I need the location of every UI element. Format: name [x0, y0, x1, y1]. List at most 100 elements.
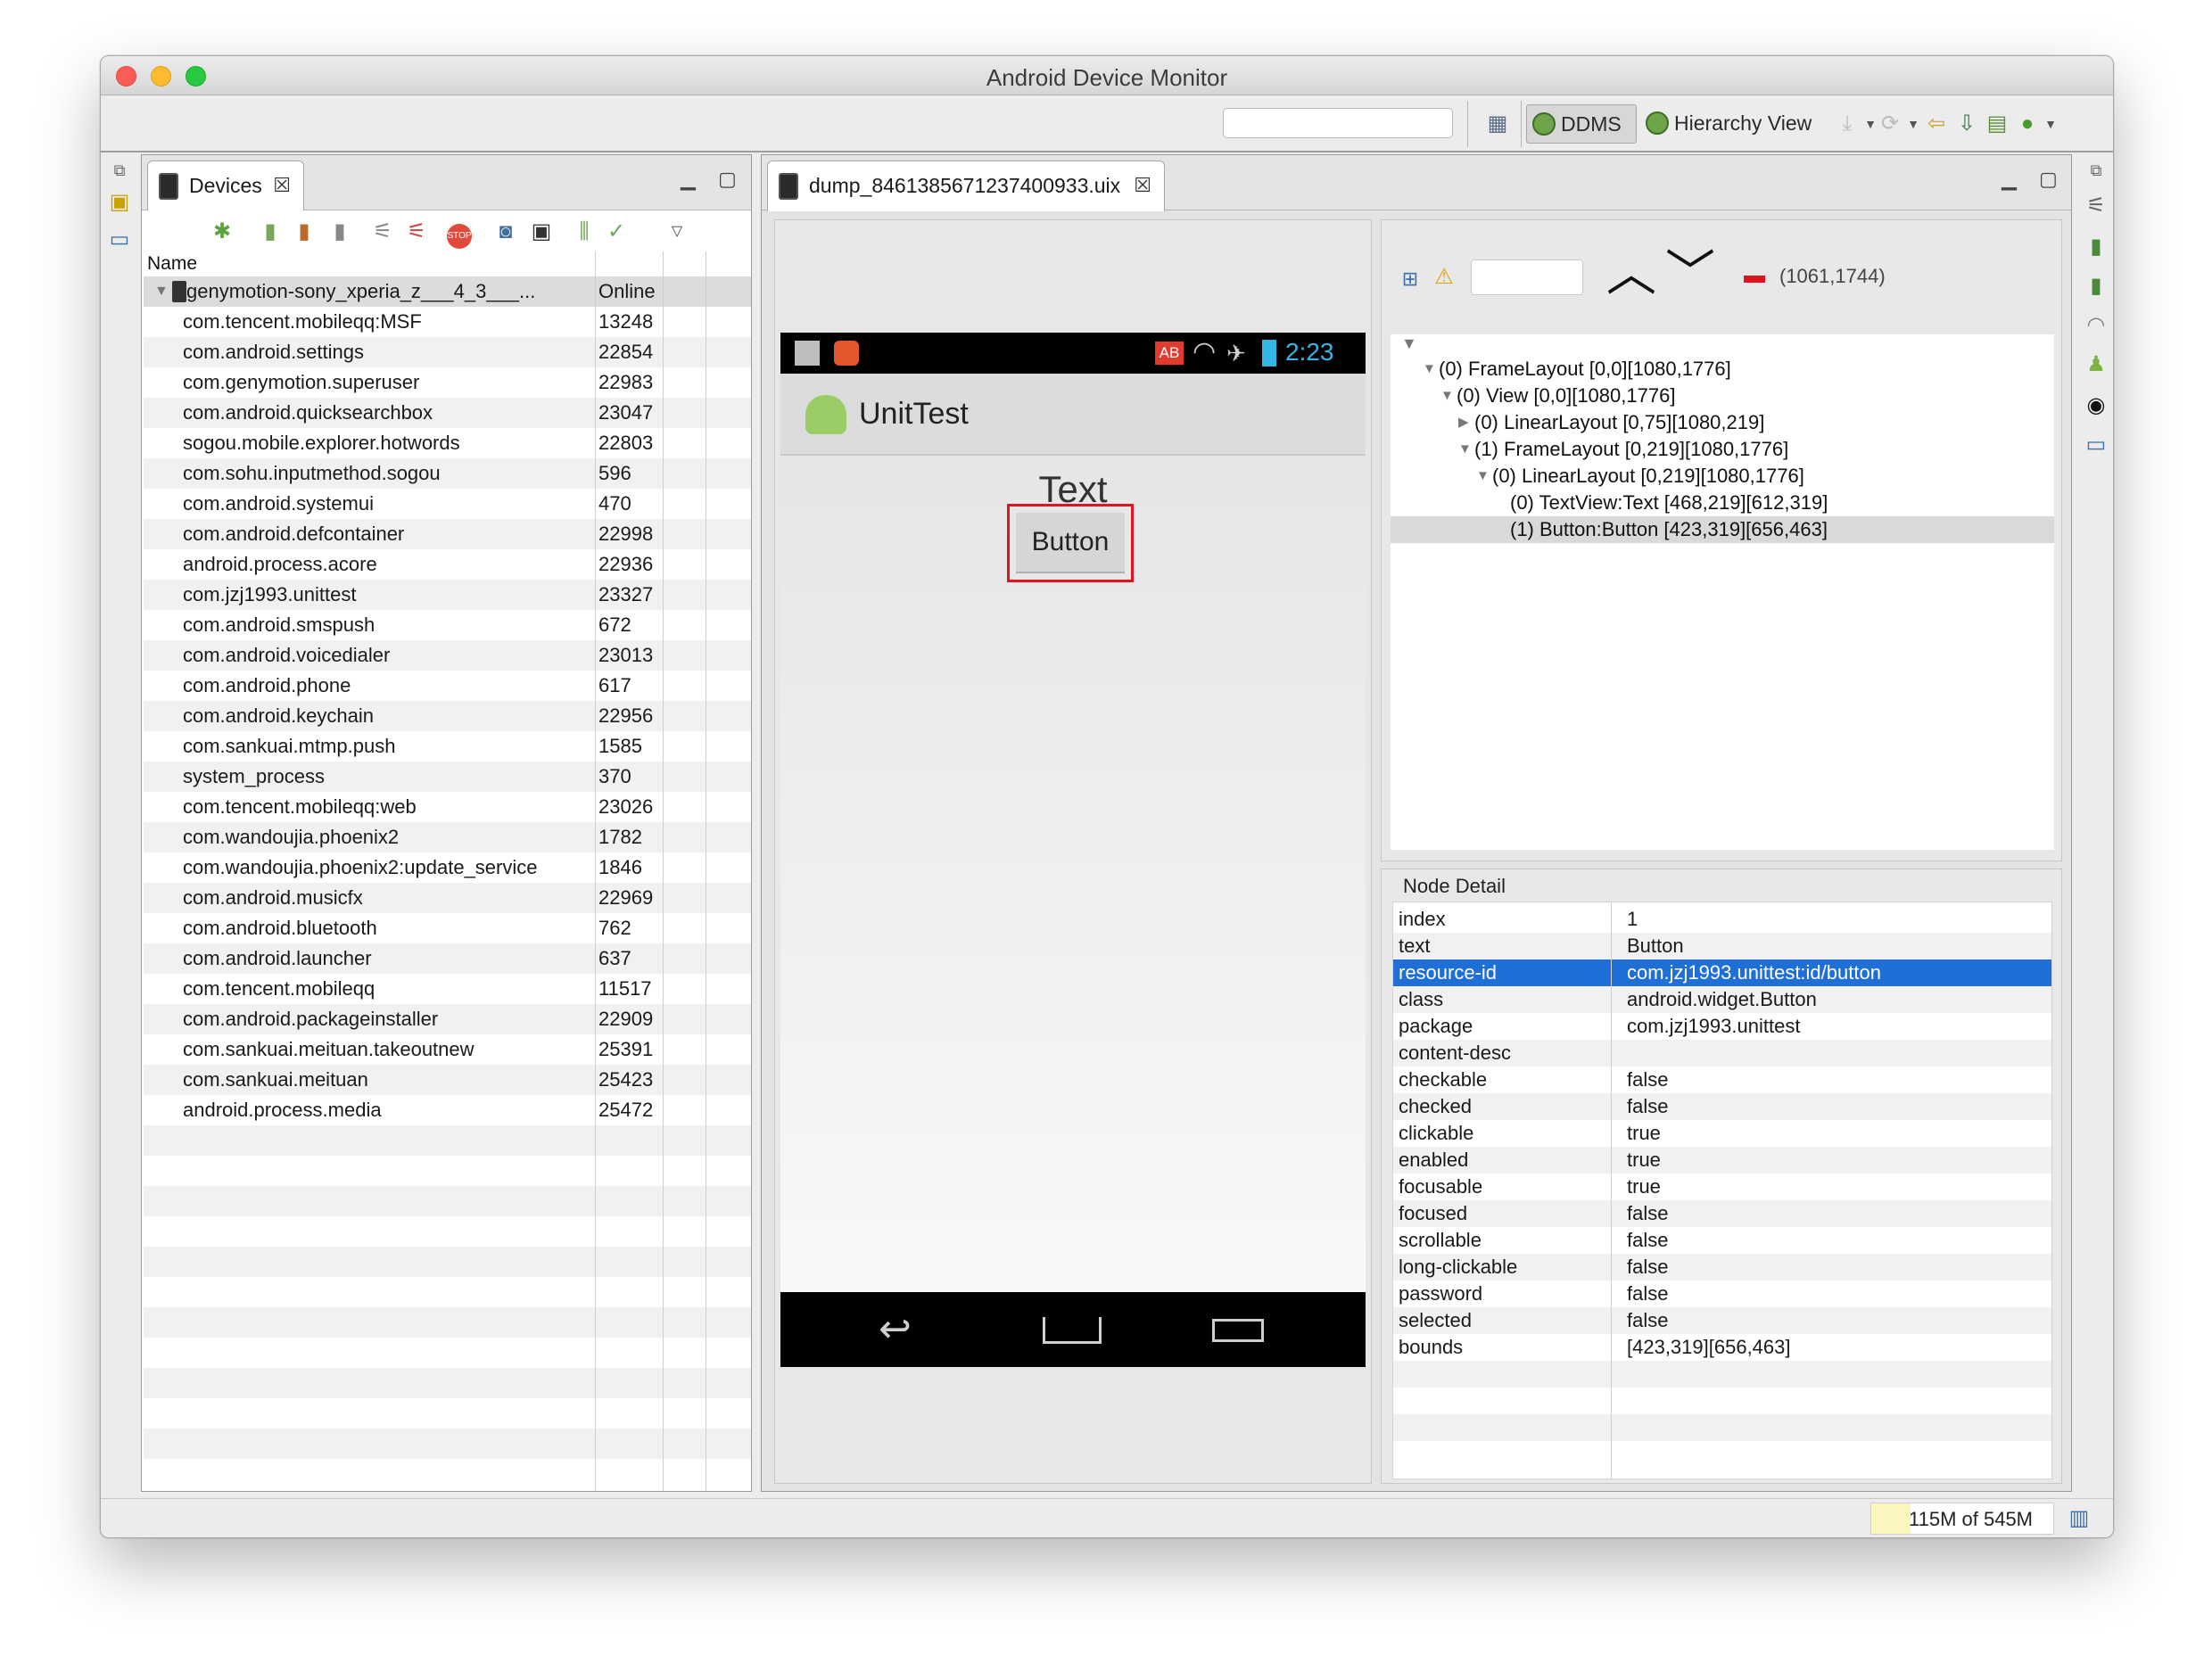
process-row[interactable]: com.android.packageinstaller 22909 [144, 1004, 751, 1034]
process-row[interactable]: com.android.systemui 470 [144, 489, 751, 519]
node-detail-row[interactable]: bounds [423,319][656,463] [1393, 1334, 2051, 1361]
update-threads-icon[interactable]: ⚟ [368, 218, 397, 246]
node-detail-row[interactable]: focusable true [1393, 1174, 2051, 1200]
restore-icon[interactable]: ⧉ [107, 158, 132, 183]
quick-access-input[interactable] [1223, 108, 1453, 138]
opengl-trace-icon[interactable]: ✓ [602, 218, 631, 246]
process-row[interactable]: com.android.quicksearchbox 23047 [144, 398, 751, 428]
stop-process-icon[interactable]: STOP [445, 218, 474, 249]
phone-button[interactable]: Button [1016, 513, 1125, 573]
minimize-view-icon[interactable]: ▁ [2002, 168, 2017, 191]
device-row[interactable]: ▼ genymotion-sony_xperia_z___4_3___... Onl… [144, 276, 751, 307]
process-row[interactable]: com.android.defcontainer 22998 [144, 519, 751, 549]
start-method-profiling-icon[interactable]: ⚟ [402, 218, 431, 246]
tab-devices[interactable]: Devices ☒ [147, 161, 304, 211]
tree-toggle-icon[interactable]: ▼ [1458, 436, 1472, 463]
process-row[interactable]: com.android.musicfx 22969 [144, 883, 751, 913]
close-icon[interactable]: ☒ [1134, 161, 1151, 210]
cause-gc-icon[interactable]: ▮ [326, 218, 354, 246]
tree-node[interactable]: ▼ (1) FrameLayout [0,219][1080,1776] [1391, 436, 2054, 463]
dropdown-arrow-icon[interactable]: ▼ [1901, 111, 1926, 136]
recent-apps-icon[interactable] [1212, 1319, 1264, 1342]
process-row[interactable]: com.wandoujia.phoenix2 1782 [144, 822, 751, 852]
dump-view-icon[interactable]: ● [2015, 111, 2040, 136]
home-icon[interactable] [1043, 1317, 1102, 1344]
process-row[interactable]: com.jzj1993.unittest 23327 [144, 580, 751, 610]
allocation-tracker-icon[interactable]: ▮ [2084, 274, 2109, 299]
process-row[interactable]: android.process.acore 22936 [144, 549, 751, 580]
restore-icon[interactable]: ⧉ [2084, 158, 2109, 183]
close-icon[interactable]: ☒ [273, 161, 291, 210]
tree-search-input[interactable] [1471, 259, 1583, 295]
update-heap-icon[interactable]: ▮ [256, 218, 285, 246]
dump-view-hierarchy-icon[interactable]: ▣ [527, 218, 556, 246]
process-row[interactable]: com.android.launcher 637 [144, 943, 751, 974]
process-row[interactable]: com.android.smspush 672 [144, 610, 751, 640]
node-detail-row[interactable]: long-clickable false [1393, 1254, 2051, 1281]
node-detail-row[interactable]: package com.jzj1993.unittest [1393, 1013, 2051, 1040]
tree-node[interactable]: (1) Button:Button [423,319][656,463] [1391, 516, 2054, 543]
process-row[interactable]: com.android.keychain 22956 [144, 701, 751, 731]
process-row[interactable]: com.tencent.mobileqq:MSF 13248 [144, 307, 751, 337]
process-row[interactable]: com.sankuai.meituan 25423 [144, 1065, 751, 1095]
process-row[interactable]: com.sankuai.meituan.takeoutnew 25391 [144, 1034, 751, 1065]
node-detail-row[interactable]: clickable true [1393, 1120, 2051, 1147]
node-detail-row[interactable]: focused false [1393, 1200, 2051, 1227]
process-row[interactable]: com.android.settings 22854 [144, 337, 751, 367]
previous-node-icon[interactable]: ︿ [1606, 249, 1656, 299]
system-information-icon[interactable]: ◉ [2084, 393, 2109, 418]
process-row[interactable]: com.tencent.mobileqq:web 23026 [144, 792, 751, 822]
debug-icon[interactable]: ✱ [208, 218, 236, 246]
process-row[interactable]: com.sohu.inputmethod.sogou 596 [144, 458, 751, 489]
tree-node[interactable]: ▼ (0) View [0,0][1080,1776] [1391, 383, 2054, 409]
device-screenshot-icon[interactable]: ▤ [1985, 111, 2010, 136]
perspective-ddms[interactable]: DDMS [1526, 104, 1637, 144]
tree-node[interactable]: (0) TextView:Text [468,219][612,319] [1391, 490, 2054, 516]
tree-node[interactable]: ▼ (0) FrameLayout [0,0][1080,1776] [1391, 356, 2054, 383]
expand-toggle-icon[interactable]: ▼ [154, 276, 169, 307]
threads-icon[interactable]: ⚟ [2084, 194, 2109, 218]
back-arrow-icon[interactable]: ⇦ [1924, 111, 1949, 136]
maximize-view-icon[interactable]: ▢ [2039, 168, 2058, 191]
tree-root-toggle[interactable]: ▼ [1401, 334, 1417, 353]
process-row[interactable]: system_process 370 [144, 762, 751, 792]
heap-icon[interactable]: ▮ [2084, 235, 2109, 259]
dump-hprof-icon[interactable]: ▮ [290, 218, 318, 246]
phone-screen[interactable]: AB ◠ ✈ 2:23 UnitTest Text Button ↩ [780, 333, 1366, 1367]
tree-toggle-icon[interactable]: ▶ [1458, 409, 1469, 436]
view-menu-icon[interactable]: ▽ [663, 218, 691, 246]
refresh-icon[interactable]: ⟳ [1878, 111, 1902, 136]
open-perspective-icon[interactable]: ▦ [1485, 111, 1510, 136]
capture-window-icon[interactable]: ⤓ [1835, 111, 1860, 136]
process-row[interactable]: com.sankuai.mtmp.push 1585 [144, 731, 751, 762]
node-detail-row[interactable]: class android.widget.Button [1393, 986, 2051, 1013]
clear-icon[interactable] [1744, 276, 1765, 283]
tree-node[interactable]: ▼ (0) LinearLayout [0,219][1080,1776] [1391, 463, 2054, 490]
node-detail-row[interactable]: resource-id com.jzj1993.unittest:id/butto… [1393, 959, 2051, 986]
file-explorer-icon[interactable]: ▭ [2084, 432, 2109, 457]
node-detail-row[interactable]: password false [1393, 1281, 2051, 1307]
emulator-control-icon[interactable]: ▣ [107, 190, 132, 215]
device-download-icon[interactable]: ⇩ [1954, 111, 1979, 136]
process-row[interactable]: sogou.mobile.explorer.hotwords 22803 [144, 428, 751, 458]
process-row[interactable]: com.wandoujia.phoenix2:update_service 184… [144, 852, 751, 883]
expand-all-icon[interactable]: ⊞ [1398, 267, 1423, 292]
maximize-view-icon[interactable]: ▢ [718, 168, 737, 191]
systrace-icon[interactable]: ⫼ [570, 218, 598, 246]
tree-node[interactable]: ▶ (0) LinearLayout [0,75][1080,219] [1391, 409, 2054, 436]
process-row[interactable]: com.android.bluetooth 762 [144, 913, 751, 943]
node-detail-row[interactable]: enabled true [1393, 1147, 2051, 1174]
node-detail-row[interactable]: content-desc [1393, 1040, 2051, 1066]
process-row[interactable]: com.genymotion.superuser 22983 [144, 367, 751, 398]
node-detail-row[interactable]: checkable false [1393, 1066, 2051, 1093]
back-icon[interactable]: ↩ [879, 1306, 912, 1352]
tree-toggle-icon[interactable]: ▼ [1476, 463, 1490, 490]
logcat-icon[interactable]: ▭ [107, 227, 132, 252]
android-icon[interactable]: ♟ [2084, 352, 2109, 377]
tree-toggle-icon[interactable]: ▼ [1423, 356, 1436, 383]
node-detail-row[interactable]: text Button [1393, 933, 2051, 959]
network-statistics-icon[interactable]: ◠ [2084, 313, 2109, 338]
warning-icon[interactable]: ⚠ [1432, 265, 1457, 290]
node-detail-row[interactable]: checked false [1393, 1093, 2051, 1120]
tree-toggle-icon[interactable]: ▼ [1440, 383, 1454, 409]
